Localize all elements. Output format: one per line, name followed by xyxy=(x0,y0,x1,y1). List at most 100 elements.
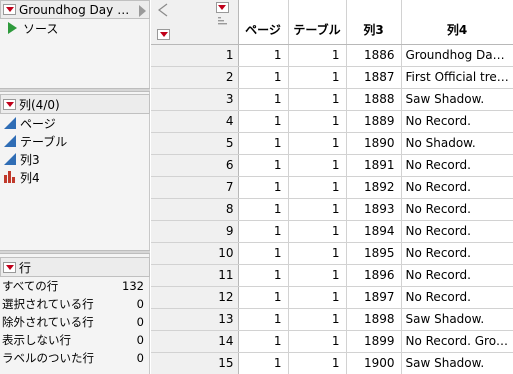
table-row[interactable]: 14 1 1 1899 No Record. Gro… xyxy=(151,330,513,353)
row-number[interactable]: 2 xyxy=(151,66,239,89)
rows-menu-icon[interactable] xyxy=(3,261,16,273)
table-cell[interactable]: 1894 xyxy=(346,220,402,243)
columns-menu-icon[interactable] xyxy=(3,98,16,110)
table-cell[interactable]: 1899 xyxy=(346,330,402,353)
table-row[interactable]: 8 1 1 1893 No Record. xyxy=(151,198,513,221)
table-cell[interactable]: 1 xyxy=(288,308,347,331)
table-cell[interactable]: 1 xyxy=(288,220,347,243)
table-row[interactable]: 3 1 1 1888 Saw Shadow. xyxy=(151,88,513,111)
table-cell[interactable]: 1890 xyxy=(346,132,402,155)
row-menu-icon[interactable] xyxy=(157,28,170,40)
column-item[interactable]: 列4 xyxy=(0,168,150,186)
table-cell[interactable]: 1 xyxy=(238,132,289,155)
table-cell[interactable]: Groundhog Da… xyxy=(401,44,513,67)
table-cell[interactable]: 1892 xyxy=(346,176,402,199)
row-number[interactable]: 8 xyxy=(151,198,239,221)
panel-splitter[interactable] xyxy=(0,250,150,254)
row-number[interactable]: 6 xyxy=(151,154,239,177)
table-row[interactable]: 9 1 1 1894 No Record. xyxy=(151,220,513,243)
row-number[interactable]: 10 xyxy=(151,242,239,265)
table-row[interactable]: 5 1 1 1890 No Shadow. xyxy=(151,132,513,155)
table-cell[interactable]: 1893 xyxy=(346,198,402,221)
corner-cell[interactable] xyxy=(151,0,239,45)
table-cell[interactable]: 1 xyxy=(238,66,289,89)
table-cell[interactable]: 1889 xyxy=(346,110,402,133)
column-header[interactable]: ページ xyxy=(238,0,289,45)
table-cell[interactable]: No Record. xyxy=(401,154,513,177)
table-cell[interactable]: 1895 xyxy=(346,242,402,265)
table-cell[interactable]: 1 xyxy=(238,220,289,243)
table-cell[interactable]: Saw Shadow. xyxy=(401,88,513,111)
table-cell[interactable]: 1 xyxy=(288,110,347,133)
table-cell[interactable]: 1 xyxy=(238,88,289,111)
table-cell[interactable]: 1886 xyxy=(346,44,402,67)
table-cell[interactable]: 1 xyxy=(288,176,347,199)
table-cell[interactable]: No Shadow. xyxy=(401,132,513,155)
column-item[interactable]: ページ xyxy=(0,114,150,132)
column-header[interactable]: 列4 xyxy=(401,0,513,45)
table-cell[interactable]: No Record. Gro… xyxy=(401,330,513,353)
table-cell[interactable]: No Record. xyxy=(401,198,513,221)
table-row[interactable]: 11 1 1 1896 No Record. xyxy=(151,264,513,287)
expand-icon[interactable] xyxy=(139,5,146,17)
row-number[interactable]: 13 xyxy=(151,308,239,331)
table-cell[interactable]: No Record. xyxy=(401,176,513,199)
table-row[interactable]: 15 1 1 1900 Saw Shadow. xyxy=(151,352,513,374)
table-cell[interactable]: 1 xyxy=(238,198,289,221)
column-menu-icon[interactable] xyxy=(215,2,229,13)
table-cell[interactable]: 1 xyxy=(288,44,347,67)
table-row[interactable]: 2 1 1 1887 First Official tre… xyxy=(151,66,513,89)
table-cell[interactable]: 1 xyxy=(238,154,289,177)
source-script[interactable]: ソース xyxy=(0,19,150,37)
table-cell[interactable]: 1898 xyxy=(346,308,402,331)
columns-panel-header[interactable]: 列(4/0) xyxy=(0,94,150,114)
table-cell[interactable]: 1 xyxy=(238,264,289,287)
column-header[interactable]: 列3 xyxy=(346,0,402,45)
table-cell[interactable]: 1 xyxy=(288,132,347,155)
table-row[interactable]: 1 1 1 1886 Groundhog Da… xyxy=(151,44,513,67)
table-row[interactable]: 13 1 1 1898 Saw Shadow. xyxy=(151,308,513,331)
table-cell[interactable]: 1 xyxy=(288,264,347,287)
table-cell[interactable]: First Official tre… xyxy=(401,66,513,89)
table-row[interactable]: 10 1 1 1895 No Record. xyxy=(151,242,513,265)
table-cell[interactable]: 1 xyxy=(238,286,289,309)
table-cell[interactable]: 1 xyxy=(288,88,347,111)
table-cell[interactable]: Saw Shadow. xyxy=(401,308,513,331)
column-item[interactable]: テーブル xyxy=(0,132,150,150)
table-cell[interactable]: No Record. xyxy=(401,264,513,287)
table-cell[interactable]: 1887 xyxy=(346,66,402,89)
table-cell[interactable]: 1 xyxy=(288,330,347,353)
row-number[interactable]: 3 xyxy=(151,88,239,111)
row-number[interactable]: 5 xyxy=(151,132,239,155)
table-row[interactable]: 12 1 1 1897 No Record. xyxy=(151,286,513,309)
column-item[interactable]: 列3 xyxy=(0,150,150,168)
table-cell[interactable]: 1 xyxy=(238,44,289,67)
table-row[interactable]: 6 1 1 1891 No Record. xyxy=(151,154,513,177)
table-cell[interactable]: 1888 xyxy=(346,88,402,111)
select-all-icon[interactable] xyxy=(155,2,175,18)
row-number[interactable]: 9 xyxy=(151,220,239,243)
play-icon[interactable] xyxy=(8,22,17,34)
table-cell[interactable]: 1 xyxy=(238,352,289,374)
row-number[interactable]: 12 xyxy=(151,286,239,309)
table-cell[interactable]: 1896 xyxy=(346,264,402,287)
table-cell[interactable]: 1900 xyxy=(346,352,402,374)
table-cell[interactable]: 1 xyxy=(288,286,347,309)
table-cell[interactable]: 1 xyxy=(238,308,289,331)
rows-panel-header[interactable]: 行 xyxy=(0,257,150,277)
table-cell[interactable]: No Record. xyxy=(401,242,513,265)
table-cell[interactable]: 1 xyxy=(238,110,289,133)
table-cell[interactable]: 1 xyxy=(288,242,347,265)
panel-splitter[interactable] xyxy=(0,88,150,92)
row-number[interactable]: 11 xyxy=(151,264,239,287)
table-row[interactable]: 7 1 1 1892 No Record. xyxy=(151,176,513,199)
row-number[interactable]: 4 xyxy=(151,110,239,133)
table-cell[interactable]: 1 xyxy=(288,66,347,89)
table-panel-header[interactable]: Groundhog Day … xyxy=(0,0,150,19)
table-cell[interactable]: Saw Shadow. xyxy=(401,352,513,374)
table-cell[interactable]: No Record. xyxy=(401,286,513,309)
row-number[interactable]: 7 xyxy=(151,176,239,199)
table-cell[interactable]: 1897 xyxy=(346,286,402,309)
table-menu-icon[interactable] xyxy=(3,4,16,15)
table-cell[interactable]: 1 xyxy=(288,198,347,221)
